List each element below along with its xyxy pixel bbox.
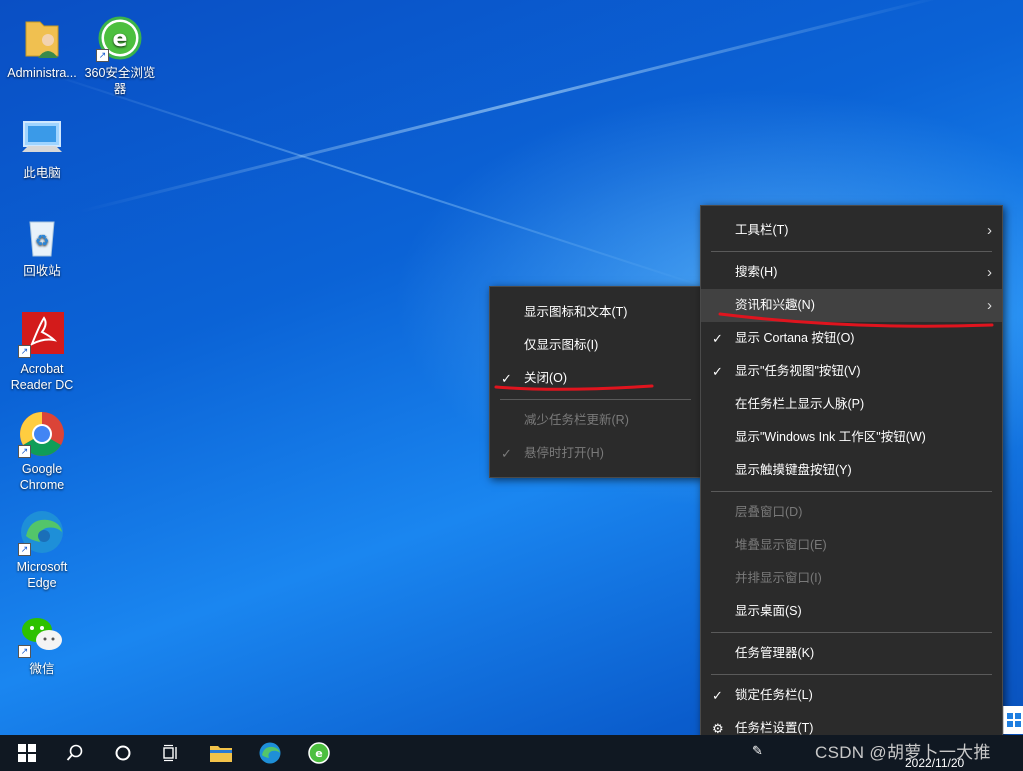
cortana-icon	[115, 745, 131, 761]
shortcut-arrow-icon: ↗	[18, 645, 31, 658]
menu-item-show-desktop[interactable]: 显示桌面(S)	[701, 595, 1002, 628]
desktop-icon-acrobat[interactable]: ↗ Acrobat Reader DC	[3, 310, 81, 393]
wallpaper-light-beam	[79, 0, 954, 213]
chevron-right-icon: ›	[987, 297, 992, 314]
desktop-icon-360-browser[interactable]: e ↗ 360安全浏览器	[81, 14, 159, 97]
edge-icon: ↗	[18, 508, 66, 556]
wechat-icon: ↗	[18, 610, 66, 658]
checkmark-icon: ✓	[501, 371, 512, 386]
checkmark-icon: ✓	[712, 331, 723, 346]
shortcut-arrow-icon: ↗	[18, 543, 31, 556]
search-icon	[66, 744, 83, 761]
tray-icons[interactable]: ✎	[752, 743, 763, 759]
svg-text:e: e	[315, 747, 322, 760]
this-pc-icon	[18, 114, 66, 162]
menu-item-show-windows-ink[interactable]: 显示"Windows Ink 工作区"按钮(W)	[701, 421, 1002, 454]
desktop-icon-label: 微信	[29, 662, 55, 676]
submenu-item-open-on-hover[interactable]: ✓ 悬停时打开(H)	[490, 437, 701, 470]
desktop-icon-label: 此电脑	[23, 166, 61, 180]
taskbar-edge[interactable]	[246, 735, 294, 771]
notification-panel-edge	[1003, 706, 1023, 734]
checkmark-icon: ✓	[712, 364, 723, 379]
chevron-right-icon: ›	[987, 222, 992, 239]
task-view-icon	[163, 744, 177, 762]
desktop-icon-label: 回收站	[23, 264, 61, 278]
taskbar-date[interactable]: 2022/11/20	[905, 756, 964, 770]
submenu-item-turn-off[interactable]: ✓ 关闭(O)	[490, 362, 701, 395]
csdn-watermark: CSDN @胡萝卜一大推	[815, 743, 991, 762]
submenu-item-show-icon-and-text[interactable]: 显示图标和文本(T)	[490, 296, 701, 329]
360-browser-icon: e	[308, 742, 330, 764]
menu-item-cascade-windows[interactable]: 层叠窗口(D)	[701, 496, 1002, 529]
menu-item-show-cortana[interactable]: ✓ 显示 Cortana 按钮(O)	[701, 322, 1002, 355]
menu-separator	[500, 399, 691, 400]
menu-item-news-and-interests[interactable]: 资讯和兴趣(N) ›	[701, 289, 1002, 322]
desktop-icon-label: Microsoft Edge	[16, 560, 68, 590]
start-icon	[18, 744, 36, 762]
svg-text:♻: ♻	[35, 231, 49, 250]
cortana-button[interactable]	[99, 735, 147, 771]
menu-item-task-manager[interactable]: 任务管理器(K)	[701, 637, 1002, 670]
tray-pen-icon[interactable]: ✎	[752, 743, 763, 758]
chrome-icon: ↗	[18, 410, 66, 458]
taskbar-360-browser[interactable]: e	[295, 735, 343, 771]
desktop-icon-label: Acrobat Reader DC	[10, 362, 74, 392]
menu-separator	[711, 251, 992, 252]
desktop-icon-wechat[interactable]: ↗ 微信	[3, 610, 81, 677]
wallpaper-light-beam	[39, 70, 707, 289]
menu-separator	[711, 674, 992, 675]
desktop-icon-recycle-bin[interactable]: ♻ 回收站	[3, 212, 81, 279]
360-browser-icon: e ↗	[96, 14, 144, 62]
shortcut-arrow-icon: ↗	[18, 345, 31, 358]
task-view-button[interactable]	[147, 735, 195, 771]
taskbar-file-explorer[interactable]	[197, 735, 245, 771]
shortcut-arrow-icon: ↗	[18, 445, 31, 458]
windows-logo-small-icon	[1007, 713, 1021, 727]
menu-item-search[interactable]: 搜索(H) ›	[701, 256, 1002, 289]
edge-icon	[259, 742, 281, 764]
search-button[interactable]	[51, 735, 99, 771]
svg-text:e: e	[113, 27, 128, 52]
recycle-bin-icon: ♻	[18, 212, 66, 260]
acrobat-icon: ↗	[18, 310, 66, 358]
menu-item-stack-windows[interactable]: 堆叠显示窗口(E)	[701, 529, 1002, 562]
news-interests-submenu: 显示图标和文本(T) 仅显示图标(I) ✓ 关闭(O) 减少任务栏更新(R) ✓…	[489, 286, 702, 478]
menu-separator	[711, 632, 992, 633]
desktop-icon-label: Google Chrome	[19, 462, 65, 492]
submenu-item-show-icon-only[interactable]: 仅显示图标(I)	[490, 329, 701, 362]
checkmark-icon: ✓	[712, 688, 723, 703]
desktop-icon-edge[interactable]: ↗ Microsoft Edge	[3, 508, 81, 591]
menu-item-show-task-view[interactable]: ✓ 显示"任务视图"按钮(V)	[701, 355, 1002, 388]
shortcut-arrow-icon: ↗	[96, 49, 109, 62]
menu-item-show-touch-keyboard[interactable]: 显示触摸键盘按钮(Y)	[701, 454, 1002, 487]
desktop-icon-this-pc[interactable]: 此电脑	[3, 114, 81, 181]
file-explorer-icon	[210, 746, 232, 762]
desktop-icon-administrator[interactable]: Administra...	[3, 14, 81, 81]
desktop-icon-label: Administra...	[7, 66, 77, 80]
menu-item-show-people[interactable]: 在任务栏上显示人脉(P)	[701, 388, 1002, 421]
menu-item-lock-taskbar[interactable]: ✓ 锁定任务栏(L)	[701, 679, 1002, 712]
desktop-icon-chrome[interactable]: ↗ Google Chrome	[3, 410, 81, 493]
taskbar-context-menu: 工具栏(T) › 搜索(H) › 资讯和兴趣(N) › ✓ 显示 Cortana…	[700, 205, 1003, 753]
desktop-icon-label: 360安全浏览器	[84, 66, 156, 96]
checkmark-icon: ✓	[501, 446, 512, 461]
submenu-item-reduce-updates[interactable]: 减少任务栏更新(R)	[490, 404, 701, 437]
menu-item-toolbars[interactable]: 工具栏(T) ›	[701, 214, 1002, 247]
menu-separator	[711, 491, 992, 492]
user-folder-icon	[18, 14, 66, 62]
start-button[interactable]	[3, 735, 51, 771]
chevron-right-icon: ›	[987, 264, 992, 281]
menu-item-side-by-side-windows[interactable]: 并排显示窗口(I)	[701, 562, 1002, 595]
